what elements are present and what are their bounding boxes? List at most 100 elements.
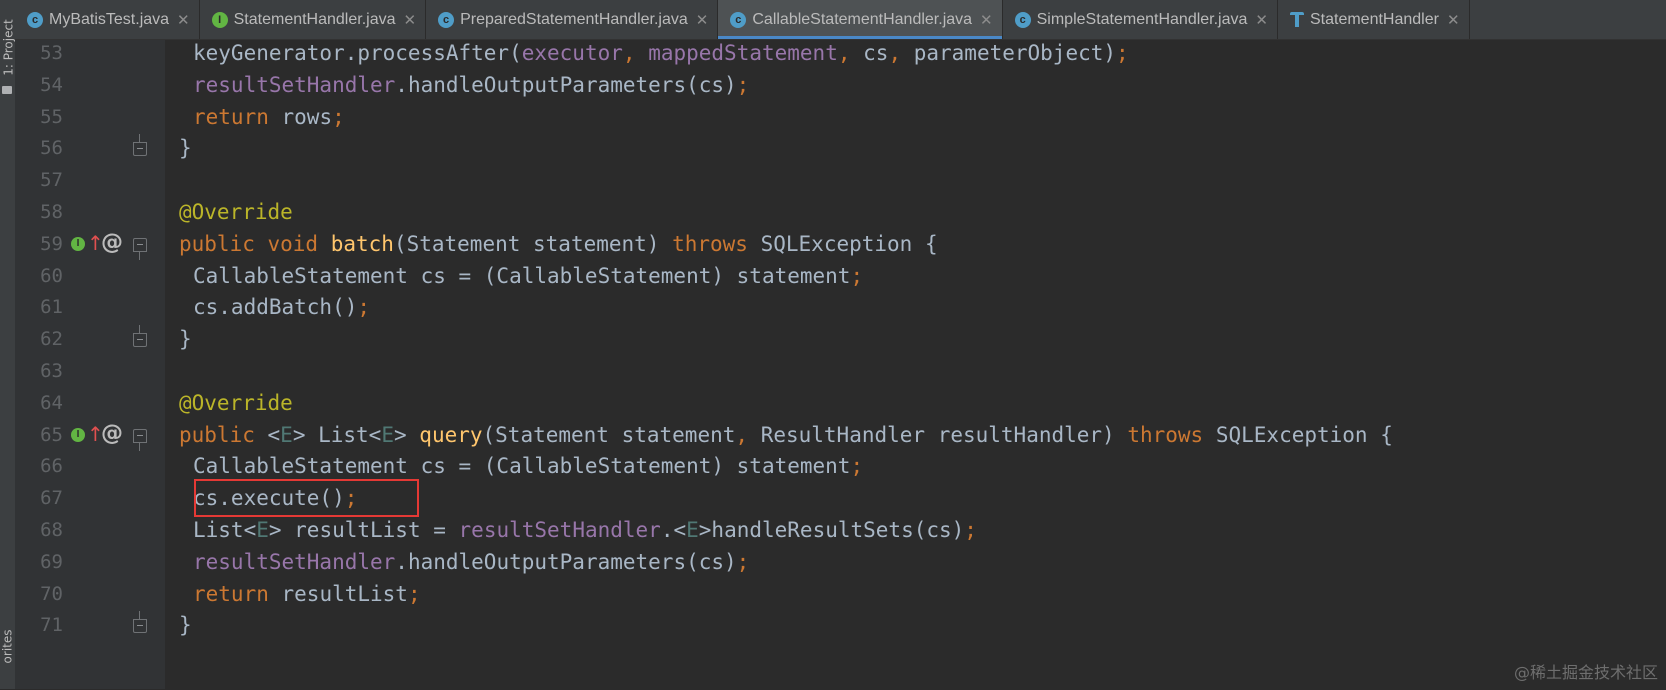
line-number: 68 xyxy=(40,519,63,541)
fold-close-icon[interactable] xyxy=(133,611,147,634)
line-number: 57 xyxy=(40,169,63,192)
implements-icon[interactable]: I xyxy=(71,427,85,442)
code-token: @Override xyxy=(179,390,293,415)
editor-tab[interactable]: StatementHandler ✕ xyxy=(1278,0,1470,39)
line-number: 55 xyxy=(40,105,63,128)
code-token: @Override xyxy=(179,200,293,224)
code-line[interactable]: resultSetHandler.handleOutputParameters(… xyxy=(193,546,749,578)
code-line[interactable]: public void batch(Statement statement) t… xyxy=(179,228,938,260)
code-line[interactable]: } xyxy=(179,132,192,164)
gutter-line: 67 xyxy=(15,482,165,514)
code-editor[interactable]: keyGenerator.processAfter(executor, mapp… xyxy=(165,40,1666,689)
line-number: 63 xyxy=(40,360,63,382)
tab-label: PreparedStatementHandler.java xyxy=(460,10,688,28)
code-line[interactable]: keyGenerator.processAfter(executor, mapp… xyxy=(193,37,1129,69)
close-icon[interactable]: ✕ xyxy=(696,11,709,29)
close-icon[interactable]: ✕ xyxy=(177,11,190,29)
code-line[interactable]: cs.addBatch(); xyxy=(193,291,370,323)
code-token: (Statement statement) xyxy=(393,231,673,256)
code-token: resultSetHandler xyxy=(193,549,396,574)
editor-tab[interactable]: I StatementHandler.java ✕ xyxy=(200,0,427,39)
code-token: >handleResultSets(cs) xyxy=(698,518,965,542)
code-line[interactable]: List<E> resultList = resultSetHandler.<E… xyxy=(193,514,977,546)
code-line[interactable]: CallableStatement cs = (CallableStatemen… xyxy=(193,450,863,482)
code-token: public xyxy=(179,422,268,447)
gutter-line: 53 xyxy=(15,37,165,69)
code-line[interactable]: @Override xyxy=(179,196,293,228)
gutter-line: 63 xyxy=(15,355,165,387)
code-line[interactable]: resultSetHandler.handleOutputParameters(… xyxy=(193,69,749,101)
tab-label: MyBatisTest.java xyxy=(49,10,170,28)
gutter-line: 71 xyxy=(15,609,165,641)
gutter-line: 69 xyxy=(15,546,165,578)
highlight-annotation-box xyxy=(194,479,419,517)
code-line[interactable]: @Override xyxy=(179,387,293,419)
annotation-at-icon[interactable]: @ xyxy=(101,420,123,448)
code-token: CallableStatement cs = (CallableStatemen… xyxy=(193,454,851,479)
code-token: ; xyxy=(850,454,864,479)
code-token: .< xyxy=(660,518,687,542)
close-icon[interactable]: ✕ xyxy=(1255,11,1268,29)
code-token: .handleOutputParameters(cs) xyxy=(395,72,737,97)
code-line[interactable]: public <E> List<E> query(Statement state… xyxy=(179,419,1393,451)
editor-tab[interactable]: c SimpleStatementHandler.java ✕ xyxy=(1003,0,1278,39)
code-token: ; xyxy=(850,263,864,288)
fold-open-icon[interactable] xyxy=(133,237,147,260)
line-number: 70 xyxy=(40,582,63,605)
close-icon[interactable]: ✕ xyxy=(1447,11,1460,29)
code-token: ; xyxy=(736,549,750,574)
fold-open-icon[interactable] xyxy=(133,428,147,451)
code-line[interactable]: return resultList; xyxy=(193,578,421,610)
fold-close-icon[interactable] xyxy=(133,134,147,157)
gutter-line: 54 xyxy=(15,69,165,101)
line-number: 64 xyxy=(40,391,63,414)
annotation-at-icon[interactable]: @ xyxy=(101,229,123,257)
code-token: , xyxy=(622,41,649,65)
code-token: public void xyxy=(179,231,331,256)
code-token: CallableStatement cs = (CallableStatemen… xyxy=(193,263,851,288)
code-token: > xyxy=(394,422,420,447)
structure-icon xyxy=(1289,12,1304,27)
close-icon[interactable]: ✕ xyxy=(980,11,993,29)
code-token: mappedStatement xyxy=(648,41,838,65)
editor-tab[interactable]: c PreparedStatementHandler.java ✕ xyxy=(426,0,719,39)
folder-icon[interactable] xyxy=(2,86,12,94)
code-token: ; xyxy=(736,72,750,97)
code-token: return xyxy=(193,104,282,129)
code-line[interactable]: CallableStatement cs = (CallableStatemen… xyxy=(193,260,863,292)
gutter-line: 68 xyxy=(15,514,165,546)
gutter-line: 58 xyxy=(15,196,165,228)
gutter-line: 66 xyxy=(15,450,165,482)
close-icon[interactable]: ✕ xyxy=(404,11,417,29)
code-line[interactable]: } xyxy=(179,609,192,641)
gutter-line: 57 xyxy=(15,164,165,196)
gutter-line: 56 xyxy=(15,132,165,164)
code-token: E xyxy=(280,422,293,447)
tab-label: SimpleStatementHandler.java xyxy=(1036,10,1248,28)
code-line[interactable]: } xyxy=(179,323,192,355)
line-number: 60 xyxy=(40,264,63,287)
code-token: cs xyxy=(863,41,889,65)
implements-icon[interactable]: I xyxy=(71,236,85,251)
editor-gutter: 53 54 55 56 57 58 59 I ↑ @60 61 62 63 64 65 I ↑ @66 67 68 69… xyxy=(15,40,165,689)
gutter-line: 65 I ↑ @ xyxy=(15,419,165,451)
line-number: 56 xyxy=(40,137,63,160)
code-token: (Statement statement xyxy=(482,422,736,447)
code-token: , xyxy=(888,41,914,65)
line-number: 53 xyxy=(40,42,63,64)
fold-close-icon[interactable] xyxy=(133,325,147,348)
editor-tab[interactable]: c MyBatisTest.java ✕ xyxy=(15,0,200,39)
class-icon: c xyxy=(730,11,747,28)
tab-label: StatementHandler xyxy=(1309,10,1439,28)
code-token: ; xyxy=(357,295,371,320)
line-number: 69 xyxy=(40,550,63,573)
class-icon: c xyxy=(1014,11,1031,28)
code-line[interactable]: return rows; xyxy=(193,101,345,133)
class-icon: c xyxy=(27,11,43,28)
editor-tab[interactable]: c CallableStatementHandler.java ✕ xyxy=(718,0,1003,39)
code-token: , xyxy=(735,422,761,447)
code-token: ; xyxy=(407,581,421,606)
favorites-tool-button[interactable]: orites xyxy=(1,630,16,690)
code-token: executor xyxy=(521,41,623,65)
tab-label: CallableStatementHandler.java xyxy=(752,10,973,28)
